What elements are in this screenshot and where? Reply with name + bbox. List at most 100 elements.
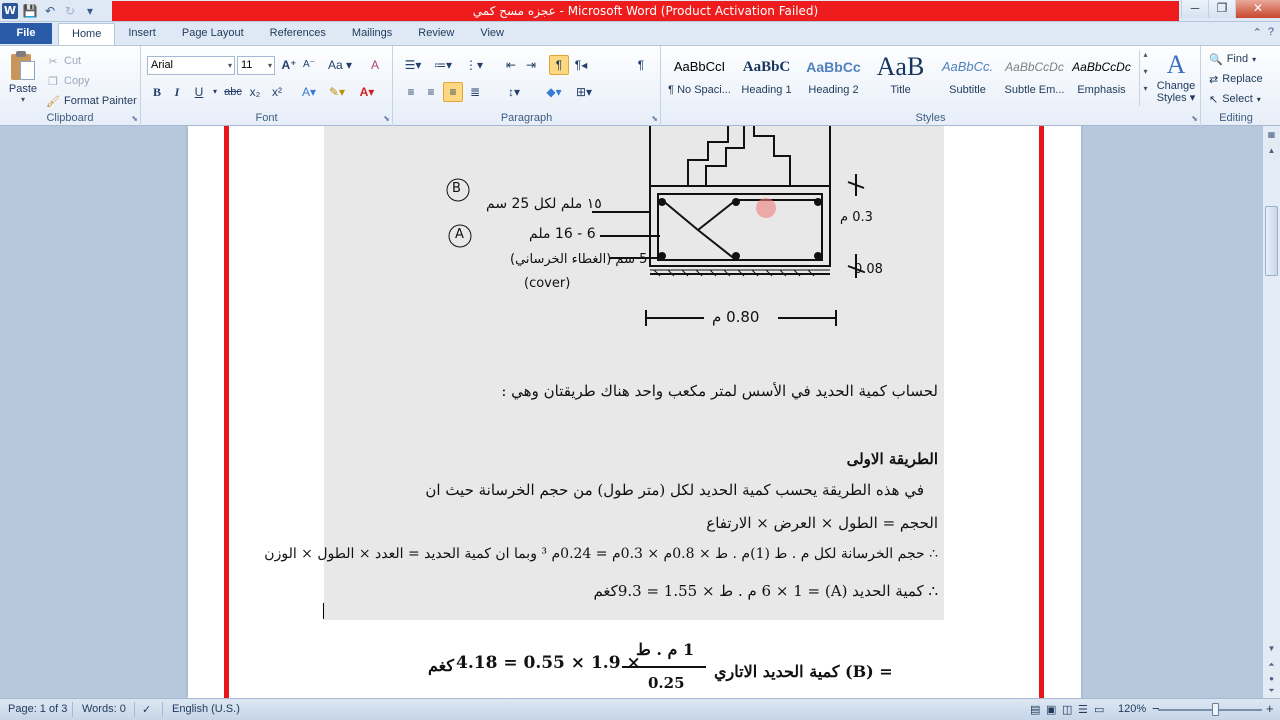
change-case-button[interactable]: Aa ▾ bbox=[325, 55, 355, 75]
find-button[interactable]: 🔍 Find ▾ bbox=[1209, 49, 1263, 69]
italic-button[interactable]: I bbox=[167, 82, 187, 102]
paste-button[interactable]: Paste ▾ bbox=[4, 50, 42, 106]
customize-qat-icon[interactable]: ▾ bbox=[82, 3, 98, 19]
style-heading-2[interactable]: AaBbCc Heading 2 bbox=[800, 50, 867, 106]
styles-launcher-icon[interactable]: ⬊ bbox=[1191, 114, 1198, 123]
ltr-button[interactable]: ¶ bbox=[549, 55, 569, 75]
style-subtle-em[interactable]: AaBbCcDc Subtle Em... bbox=[1001, 50, 1068, 106]
scanned-image[interactable]: B A ١٥ ملم لكل 25 سم 6 - 16 ملم 5 سم (ال… bbox=[264, 126, 944, 620]
highlight-color-button[interactable]: ✎▾ bbox=[327, 82, 347, 102]
underline-dropdown-icon[interactable]: ▾ bbox=[205, 82, 225, 102]
vertical-scrollbar[interactable]: ▦ ▲ ▼ ⏶ ● ⏷ bbox=[1262, 126, 1280, 698]
copy-icon: ❐ bbox=[48, 75, 58, 88]
editing-label: Editing bbox=[1219, 112, 1253, 124]
paragraph-launcher-icon[interactable]: ⬊ bbox=[651, 114, 658, 123]
tab-insert[interactable]: Insert bbox=[115, 23, 169, 45]
superscript-button[interactable]: x² bbox=[267, 82, 287, 102]
proofing-icon[interactable]: ✓ bbox=[142, 703, 151, 716]
word-count[interactable]: Words: 0 bbox=[82, 703, 126, 715]
cover-dimension: 0.08 bbox=[854, 262, 883, 277]
zoom-slider-knob[interactable] bbox=[1212, 703, 1219, 716]
draft-view-icon[interactable]: ▭ bbox=[1094, 703, 1104, 716]
copy-button[interactable]: ❐ Copy bbox=[46, 71, 137, 91]
status-bar: Page: 1 of 3 Words: 0 ✓ English (U.S.) ▤… bbox=[0, 698, 1280, 720]
web-layout-view-icon[interactable]: ◫ bbox=[1062, 703, 1072, 716]
borders-button[interactable]: ⊞▾ bbox=[571, 82, 597, 102]
document-page[interactable]: B A ١٥ ملم لكل 25 سم 6 - 16 ملم 5 سم (ال… bbox=[188, 126, 1081, 698]
maximize-button[interactable]: ❐ bbox=[1208, 0, 1235, 18]
style-no-spaci[interactable]: AaBbCcI ¶ No Spaci... bbox=[666, 50, 733, 106]
styles-gallery-scroll[interactable]: ▴ ▾ ▾ bbox=[1139, 50, 1151, 106]
font-launcher-icon[interactable]: ⬊ bbox=[383, 114, 390, 123]
scroll-down-icon[interactable]: ▼ bbox=[1263, 642, 1280, 656]
numbering-button[interactable]: ≔▾ bbox=[431, 55, 455, 75]
language-indicator[interactable]: English (U.S.) bbox=[172, 703, 240, 715]
line-spacing-button[interactable]: ↕▾ bbox=[501, 82, 527, 102]
font-color-button[interactable]: A▾ bbox=[357, 82, 377, 102]
shrink-font-button[interactable]: A⁻ bbox=[299, 55, 319, 75]
print-layout-view-icon[interactable]: ▤ bbox=[1030, 703, 1040, 716]
tab-view[interactable]: View bbox=[467, 23, 517, 45]
align-center-button[interactable]: ≡ bbox=[421, 82, 441, 102]
tab-file[interactable]: File bbox=[0, 23, 52, 44]
page-count[interactable]: Page: 1 of 3 bbox=[8, 703, 67, 715]
strikethrough-button[interactable]: abc bbox=[223, 82, 243, 102]
shading-button[interactable]: ◆▾ bbox=[541, 82, 567, 102]
subscript-button[interactable]: x₂ bbox=[245, 82, 265, 102]
grow-font-button[interactable]: A⁺ bbox=[279, 55, 299, 75]
gallery-up-icon[interactable]: ▴ bbox=[1140, 50, 1151, 59]
tab-home[interactable]: Home bbox=[58, 23, 116, 45]
rtl-button[interactable]: ¶◂ bbox=[571, 55, 591, 75]
previous-page-icon[interactable]: ⏶ bbox=[1263, 658, 1280, 672]
bullets-button[interactable]: ☰▾ bbox=[401, 55, 425, 75]
gallery-down-icon[interactable]: ▾ bbox=[1140, 67, 1151, 76]
minimize-button[interactable]: ─ bbox=[1181, 0, 1208, 18]
close-button[interactable]: ✕ bbox=[1235, 0, 1280, 18]
multilevel-list-button[interactable]: ⋮▾ bbox=[461, 55, 487, 75]
help-icon[interactable]: ? bbox=[1268, 26, 1274, 39]
zoom-in-button[interactable]: + bbox=[1266, 701, 1274, 716]
editing-group: 🔍 Find ▾ ⇄ Replace ↖ Select ▾ Editing bbox=[1201, 46, 1271, 126]
undo-icon[interactable]: ↶ bbox=[42, 3, 58, 19]
word-app-icon[interactable]: W bbox=[2, 3, 18, 19]
rebar-bottom-label: 6 - 16 ملم bbox=[529, 226, 596, 242]
full-screen-view-icon[interactable]: ▣ bbox=[1046, 703, 1056, 716]
select-button[interactable]: ↖ Select ▾ bbox=[1209, 89, 1263, 109]
outline-view-icon[interactable]: ☰ bbox=[1078, 703, 1088, 716]
style-subtitle[interactable]: AaBbCc. Subtitle bbox=[934, 50, 1001, 106]
align-left-button[interactable]: ≡ bbox=[401, 82, 421, 102]
minimize-ribbon-icon[interactable]: ⌃ bbox=[1253, 26, 1262, 39]
style-name: Title bbox=[890, 84, 911, 96]
style-heading-1[interactable]: AaBbC Heading 1 bbox=[733, 50, 800, 106]
scroll-thumb[interactable] bbox=[1265, 206, 1278, 276]
zoom-slider[interactable] bbox=[1158, 709, 1262, 711]
justify-button[interactable]: ≣ bbox=[465, 82, 485, 102]
replace-button[interactable]: ⇄ Replace bbox=[1209, 69, 1263, 89]
clear-formatting-button[interactable]: A bbox=[365, 55, 385, 75]
bold-button[interactable]: B bbox=[147, 82, 167, 102]
font-name-select[interactable]: Arial ▾ bbox=[147, 56, 235, 75]
font-size-select[interactable]: 11 ▾ bbox=[237, 56, 275, 75]
show-formatting-button[interactable]: ¶ bbox=[631, 55, 651, 75]
tab-page-layout[interactable]: Page Layout bbox=[169, 23, 257, 45]
tab-mailings[interactable]: Mailings bbox=[339, 23, 405, 45]
zoom-level[interactable]: 120% bbox=[1118, 703, 1146, 715]
clipboard-launcher-icon[interactable]: ⬊ bbox=[131, 114, 138, 123]
tab-review[interactable]: Review bbox=[405, 23, 467, 45]
align-right-button[interactable]: ≡ bbox=[443, 82, 463, 102]
text-effects-button[interactable]: A▾ bbox=[299, 82, 319, 102]
save-icon[interactable]: 💾 bbox=[22, 3, 38, 19]
increase-indent-button[interactable]: ⇥ bbox=[521, 55, 541, 75]
decrease-indent-button[interactable]: ⇤ bbox=[501, 55, 521, 75]
tab-references[interactable]: References bbox=[257, 23, 339, 45]
redo-icon[interactable]: ↻ bbox=[62, 3, 78, 19]
ruler-toggle-icon[interactable]: ▦ bbox=[1263, 128, 1280, 142]
next-page-icon[interactable]: ⏷ bbox=[1263, 684, 1280, 698]
format-painter-button[interactable]: 🖌 Format Painter bbox=[46, 91, 137, 111]
style-emphasis[interactable]: AaBbCcDc Emphasis bbox=[1068, 50, 1135, 106]
gallery-more-icon[interactable]: ▾ bbox=[1140, 84, 1151, 93]
style-title[interactable]: AaB Title bbox=[867, 50, 934, 106]
cut-button[interactable]: ✂ Cut bbox=[46, 51, 137, 71]
change-styles-button[interactable]: A Change Styles ▾ bbox=[1155, 50, 1197, 104]
scroll-up-icon[interactable]: ▲ bbox=[1263, 144, 1280, 158]
